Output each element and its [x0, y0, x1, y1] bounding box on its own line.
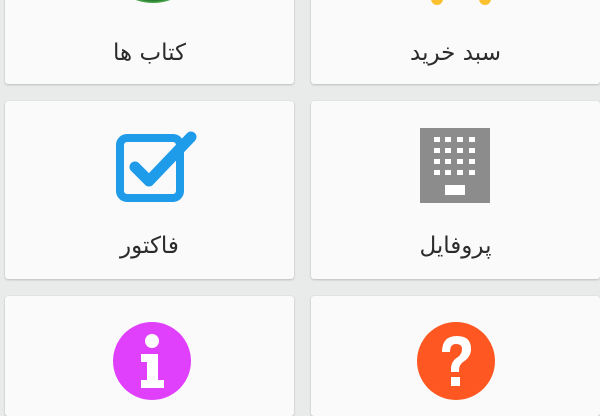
books-card[interactable]: کتاب ها — [5, 0, 294, 84]
profile-label: پروفایل — [419, 233, 492, 259]
cart-label: سبد خرید — [410, 40, 501, 66]
invoice-card[interactable]: فاکتور — [5, 101, 294, 279]
books-label: کتاب ها — [113, 40, 186, 66]
invoice-label: فاکتور — [120, 233, 179, 259]
books-icon — [125, 0, 181, 9]
profile-card[interactable]: پروفایل — [311, 101, 600, 279]
help-icon — [415, 320, 497, 402]
info-card[interactable] — [5, 296, 294, 416]
info-icon — [111, 320, 193, 402]
building-icon — [420, 128, 490, 203]
help-card[interactable] — [311, 296, 600, 416]
cart-icon — [427, 0, 497, 9]
cart-card[interactable]: سبد خرید — [311, 0, 600, 84]
checkbox-checked-icon — [113, 131, 197, 203]
